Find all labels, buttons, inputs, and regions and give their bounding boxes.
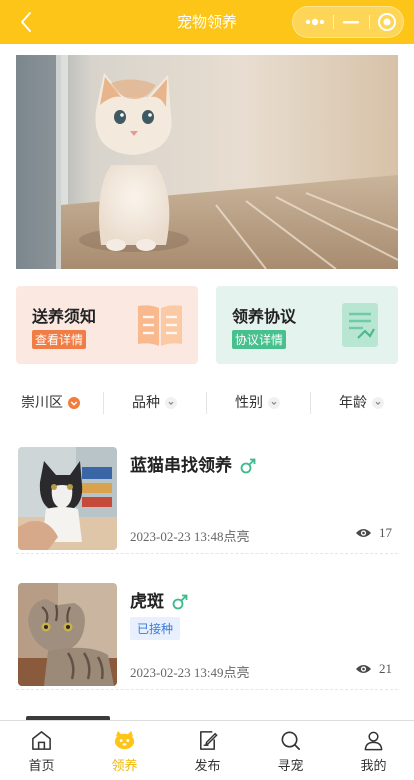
card-title: 领养协议 (232, 307, 297, 326)
chevron-down-filled-icon (68, 397, 80, 409)
filter-label: 崇川区 (21, 395, 63, 411)
more-dots-icon (305, 18, 325, 26)
filter-gender[interactable]: 性别 (235, 388, 280, 418)
book-icon (138, 305, 182, 346)
filter-age[interactable]: 年龄 (339, 388, 384, 418)
item-title: 蓝猫串找领养 (130, 451, 256, 476)
card-title: 送养须知 (32, 307, 97, 326)
close-mini-program-button[interactable] (369, 7, 405, 37)
chevron-down-icon (268, 397, 280, 409)
pet-thumbnail (18, 583, 117, 686)
tab-mine[interactable]: 我的 (332, 721, 414, 780)
filter-bar: 崇川区 品种 性别 年龄 (0, 388, 414, 418)
user-icon (364, 731, 383, 751)
target-icon (378, 13, 396, 31)
filter-breed[interactable]: 品种 (132, 388, 177, 418)
eye-icon (356, 529, 371, 538)
adoption-notice-card[interactable]: 送养须知 查看详情 (16, 286, 198, 364)
tab-label: 发布 (194, 759, 221, 774)
list-item[interactable]: 虎斑 已接种 2023-02-23 13:49点亮 21 (0, 570, 414, 690)
filter-label: 年龄 (339, 395, 367, 411)
minimize-button[interactable] (333, 7, 369, 37)
edit-icon (200, 731, 218, 750)
view-details-tag[interactable]: 查看详情 (32, 330, 87, 349)
filter-district[interactable]: 崇川区 (21, 388, 80, 418)
tab-adopt[interactable]: 领养 (83, 721, 166, 780)
tab-bar: 首页 领养 发布 寻宠 我的 (0, 720, 414, 780)
tab-publish[interactable]: 发布 (166, 721, 249, 780)
search-icon (281, 731, 300, 750)
vaccinated-badge: 已接种 (130, 617, 181, 640)
mini-program-capsule (292, 6, 404, 38)
document-icon (342, 303, 378, 347)
male-icon (172, 594, 188, 610)
view-count: 21 (355, 661, 392, 677)
tab-label: 领养 (111, 759, 138, 774)
publish-time: 2023-02-23 13:49点亮 (130, 665, 250, 680)
list-item[interactable]: 蓝猫串找领养 2023-02-23 13:48点亮 17 (0, 434, 414, 554)
tab-label: 寻宠 (277, 759, 304, 774)
eye-icon (356, 665, 371, 674)
publish-time: 2023-02-23 13:48点亮 (130, 529, 250, 544)
male-icon (240, 458, 256, 474)
nav-bar: 宠物领养 (0, 0, 414, 44)
view-count: 17 (355, 525, 392, 541)
pet-thumbnail (18, 447, 117, 550)
banner-image[interactable] (16, 55, 398, 269)
filter-label: 性别 (235, 395, 263, 411)
tab-find-pet[interactable]: 寻宠 (249, 721, 332, 780)
filter-label: 品种 (132, 395, 160, 411)
kitten-photo (16, 55, 398, 269)
tab-label: 首页 (28, 759, 55, 774)
minus-icon (343, 21, 359, 24)
chevron-down-icon (372, 397, 384, 409)
home-icon (32, 731, 51, 750)
pet-face-icon (114, 730, 135, 750)
more-button[interactable] (297, 7, 333, 37)
tab-home[interactable]: 首页 (0, 721, 83, 780)
item-title: 虎斑 (130, 587, 188, 612)
adoption-agreement-card[interactable]: 领养协议 协议详情 (216, 286, 398, 364)
agreement-details-tag[interactable]: 协议详情 (232, 330, 287, 349)
chevron-down-icon (165, 397, 177, 409)
tab-label: 我的 (360, 759, 387, 774)
